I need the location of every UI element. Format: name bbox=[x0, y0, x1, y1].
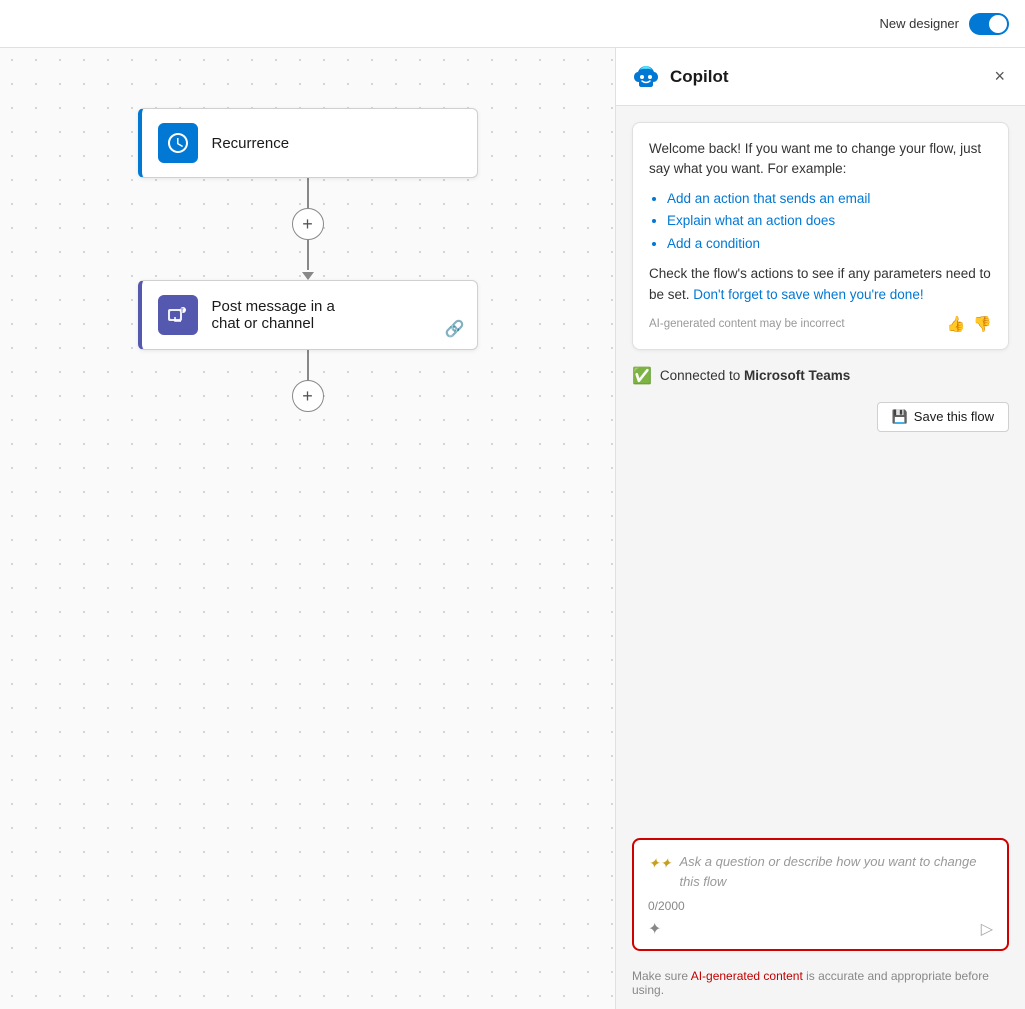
floppy-disk-icon: 💾 bbox=[892, 409, 908, 425]
teams-svg: T bbox=[166, 303, 190, 327]
message-intro: Welcome back! If you want me to change y… bbox=[649, 139, 992, 180]
input-placeholder-text: Ask a question or describe how you want … bbox=[679, 852, 993, 891]
thumbs-down-icon[interactable]: 👎 bbox=[973, 315, 992, 333]
link-icon: 🔗 bbox=[445, 319, 465, 339]
send-button[interactable]: ▷ bbox=[981, 919, 993, 939]
welcome-message-bubble: Welcome back! If you want me to change y… bbox=[632, 122, 1009, 350]
thumbs-up-icon[interactable]: 👍 bbox=[947, 315, 966, 333]
disclaimer-text: Make sure AI-generated content is accura… bbox=[632, 969, 989, 997]
svg-text:T: T bbox=[180, 309, 183, 315]
connector-line-2 bbox=[307, 240, 309, 270]
close-copilot-button[interactable]: × bbox=[990, 62, 1009, 91]
connector-line-3 bbox=[307, 350, 309, 380]
input-actions: ✦ ▷ bbox=[648, 919, 993, 939]
input-placeholder-row: ✦✦ Ask a question or describe how you wa… bbox=[648, 852, 993, 891]
copilot-logo-icon bbox=[632, 63, 660, 91]
copilot-content: Welcome back! If you want me to change y… bbox=[616, 106, 1025, 826]
save-flow-row: 💾 Save this flow bbox=[632, 402, 1009, 436]
connector-2: + bbox=[292, 350, 324, 412]
copilot-title: Copilot bbox=[670, 67, 729, 87]
new-designer-label: New designer bbox=[880, 16, 960, 31]
message-followup: Check the flow's actions to see if any p… bbox=[649, 264, 992, 305]
add-step-button-2[interactable]: + bbox=[292, 380, 324, 412]
top-bar: New designer bbox=[0, 0, 1025, 48]
connector-arrow-1 bbox=[302, 272, 314, 280]
input-box[interactable]: ✦✦ Ask a question or describe how you wa… bbox=[632, 838, 1009, 951]
ai-disclaimer: AI-generated content may be incorrect 👍 … bbox=[649, 315, 992, 333]
post-message-node[interactable]: T Post message in achat or channel 🔗 bbox=[138, 280, 478, 350]
check-circle-icon: ✅ bbox=[632, 366, 652, 386]
main-area: Recurrence + T bbox=[0, 48, 1025, 1009]
connected-status: ✅ Connected to Microsoft Teams bbox=[632, 362, 1009, 390]
new-designer-toggle[interactable] bbox=[969, 13, 1009, 35]
feedback-icons: 👍 👎 bbox=[947, 315, 992, 333]
ai-link[interactable]: AI-generated content bbox=[691, 969, 803, 983]
spark-button[interactable]: ✦ bbox=[648, 919, 661, 939]
input-area: ✦✦ Ask a question or describe how you wa… bbox=[616, 826, 1025, 963]
add-step-button-1[interactable]: + bbox=[292, 208, 324, 240]
teams-icon: T bbox=[158, 295, 198, 335]
connector-line-1 bbox=[307, 178, 309, 208]
post-message-title: Post message in achat or channel bbox=[212, 298, 335, 332]
canvas: Recurrence + T bbox=[0, 48, 615, 1009]
recurrence-node[interactable]: Recurrence bbox=[138, 108, 478, 178]
copilot-panel: Copilot × Welcome back! If you want me t… bbox=[615, 48, 1025, 1009]
copilot-header: Copilot × bbox=[616, 48, 1025, 106]
recurrence-icon bbox=[158, 123, 198, 163]
list-item-2[interactable]: Explain what an action does bbox=[667, 210, 992, 233]
recurrence-svg bbox=[166, 131, 190, 155]
char-count: 0/2000 bbox=[648, 899, 993, 913]
message-list: Add an action that sends an email Explai… bbox=[667, 188, 992, 257]
flow-container: Recurrence + T bbox=[138, 108, 478, 412]
list-item-3[interactable]: Add a condition bbox=[667, 233, 992, 256]
connected-text: Connected to Microsoft Teams bbox=[660, 368, 850, 383]
recurrence-title: Recurrence bbox=[212, 135, 290, 152]
disclaimer-footer: Make sure AI-generated content is accura… bbox=[616, 963, 1025, 1009]
spark-icon: ✦✦ bbox=[648, 853, 671, 874]
connector-1: + bbox=[292, 178, 324, 280]
save-flow-button[interactable]: 💾 Save this flow bbox=[877, 402, 1009, 432]
copilot-title-row: Copilot bbox=[632, 63, 729, 91]
list-item-1[interactable]: Add an action that sends an email bbox=[667, 188, 992, 211]
